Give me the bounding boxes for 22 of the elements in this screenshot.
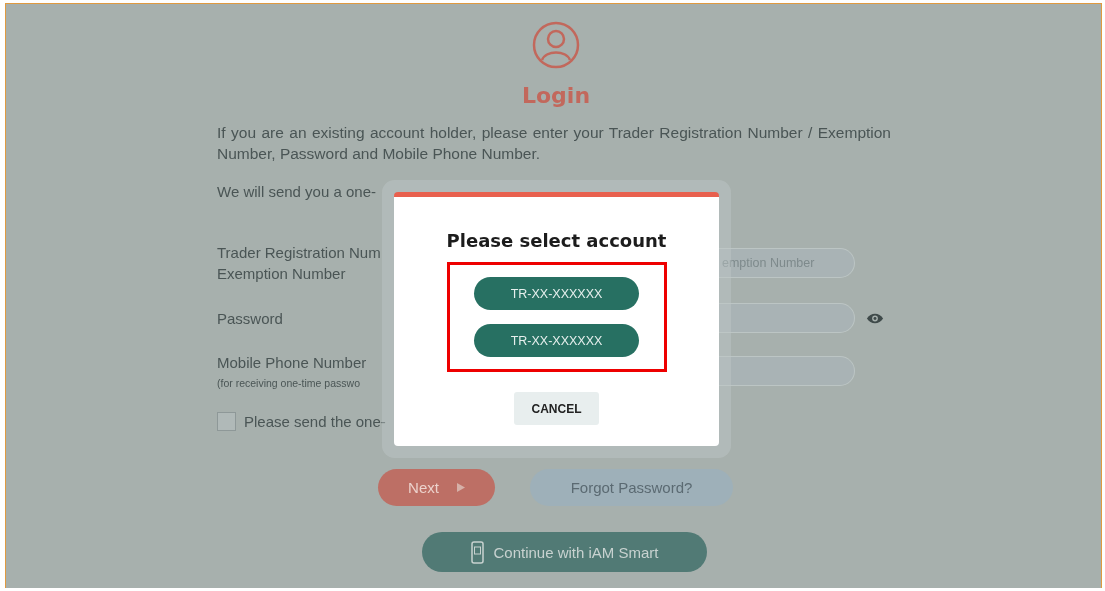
field-hint: (for receiving one-time passwo — [217, 377, 360, 390]
next-button[interactable]: Next — [378, 469, 495, 506]
field-label: Mobile Phone Number — [217, 353, 367, 373]
page-title: Login — [521, 83, 591, 109]
eye-icon[interactable] — [866, 311, 884, 325]
dialog-title: Please select account — [446, 230, 667, 251]
account-button[interactable]: TR-XX-XXXXXX — [474, 277, 639, 310]
input-field[interactable] — [718, 356, 855, 386]
checkbox[interactable] — [217, 412, 236, 431]
field-label: Password — [217, 308, 283, 329]
field-label: Exemption Number — [217, 264, 346, 284]
field-label: Trader Registration Num — [217, 243, 381, 263]
user-icon — [532, 21, 580, 69]
phone-icon — [470, 540, 485, 564]
intro-text: If you are an existing account holder, please enter your Trader Registration Number / Exemption Number, Password and Mobile Phone Number. — [217, 123, 892, 164]
cancel-button[interactable]: CANCEL — [514, 392, 599, 425]
checkbox-label: Please send the one- — [244, 413, 386, 430]
iam-smart-button[interactable]: Continue with iAM Smart — [422, 532, 707, 572]
play-icon — [456, 483, 465, 492]
otp-note: We will send you a one- — [217, 182, 377, 202]
input-field[interactable] — [718, 303, 855, 333]
account-button[interactable]: TR-XX-XXXXXX — [474, 324, 639, 357]
